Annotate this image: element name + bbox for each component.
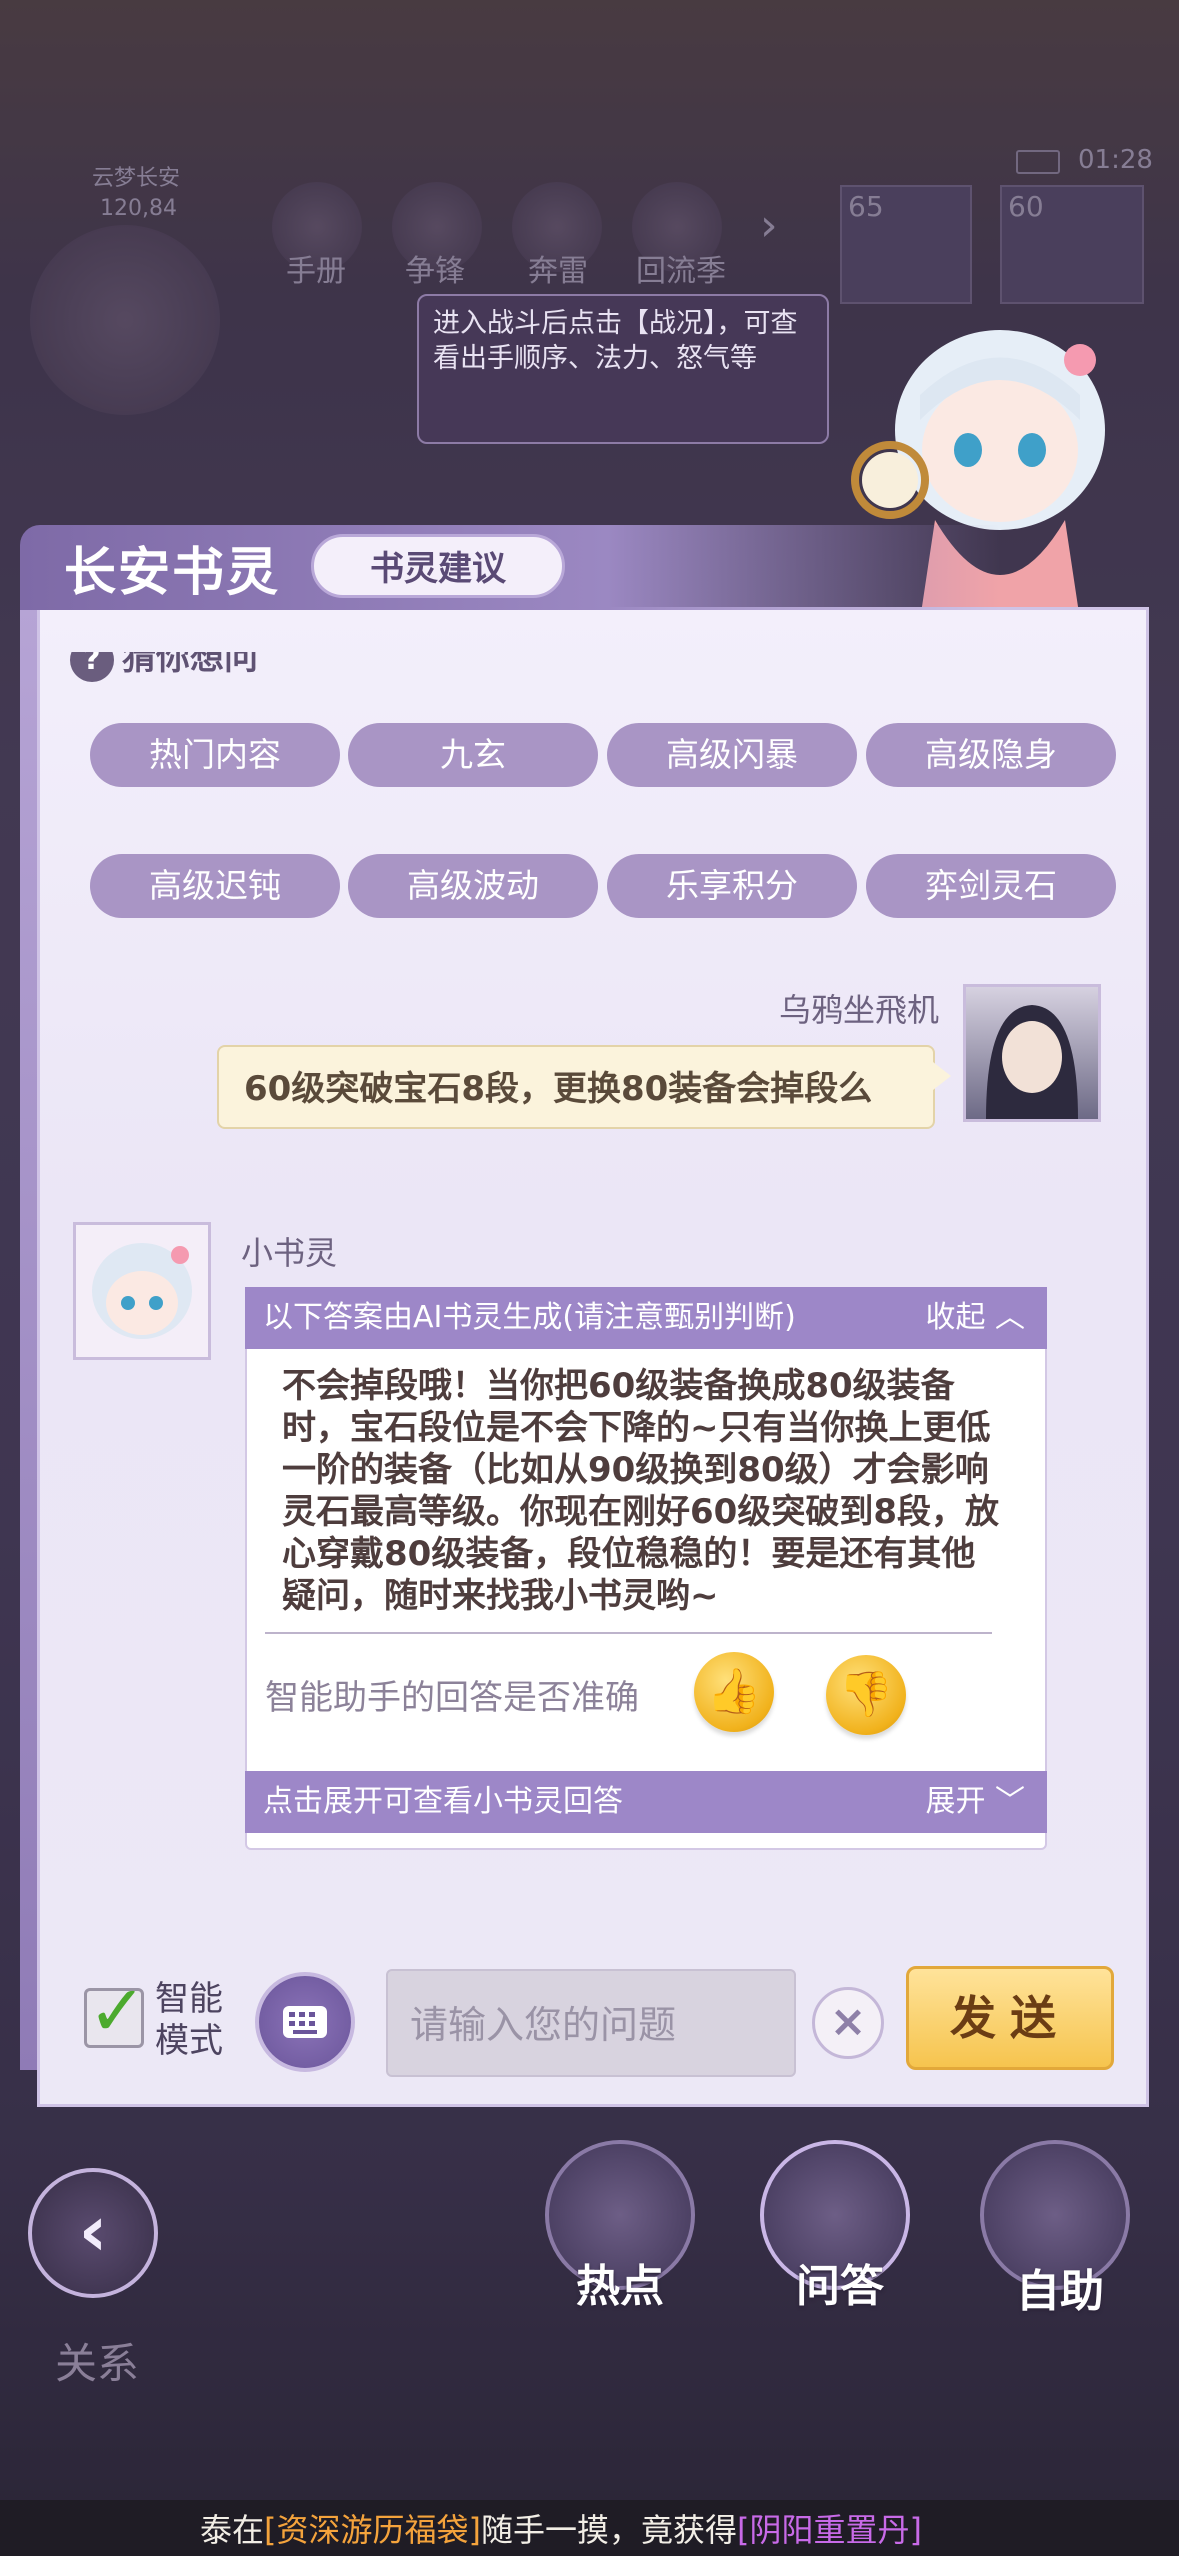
question-input[interactable]: 请输入您的问题 <box>386 1969 796 2077</box>
chip-sword-stone[interactable]: 弈剑灵石 <box>866 854 1116 918</box>
chip-advanced-stealth[interactable]: 高级隐身 <box>866 723 1116 787</box>
feedback-label: 智能助手的回答是否准确 <box>265 1678 639 1718</box>
broadcast-ticker: 泰在[资深游历福袋]随手一摸，竟获得[阴阳重置丹] <box>200 2505 922 2551</box>
user-name: 乌鸦坐飛机 <box>778 991 939 1029</box>
thumbs-down-icon[interactable]: 👎 <box>826 1655 906 1735</box>
chip-advanced-slow[interactable]: 高级迟钝 <box>90 854 340 918</box>
chip-jiuxuan[interactable]: 九玄 <box>348 723 598 787</box>
user-avatar[interactable] <box>963 984 1101 1122</box>
ticker-item: [资深游历福袋] <box>264 2511 481 2549</box>
chip-hot-content[interactable]: 热门内容 <box>90 723 340 787</box>
bot-name: 小书灵 <box>241 1234 338 1272</box>
chip-advanced-crit[interactable]: 高级闪暴 <box>607 723 857 787</box>
keyboard-icon[interactable] <box>255 1972 355 2072</box>
collapse-button[interactable]: 收起 ︿ <box>925 1287 1025 1349</box>
ai-disclaimer: 以下答案由AI书灵生成(请注意甄别判断) <box>263 1300 796 1335</box>
tab-suggestions[interactable]: 书灵建议 <box>311 534 565 598</box>
ticker-middle: 随手一摸，竟获得 <box>481 2511 738 2549</box>
ticker-item: [阴阳重置丹] <box>737 2511 922 2549</box>
tip-bubble: 进入战斗后点击【战况】，可查看出手顺序、法力、怒气等 <box>417 294 829 444</box>
ai-answer-header[interactable]: 以下答案由AI书灵生成(请注意甄别判断) 收起 ︿ <box>245 1287 1047 1349</box>
user-message-bubble: 60级突破宝石8段，更换80装备会掉段么 <box>217 1045 935 1129</box>
expand-bar[interactable]: 点击展开可查看小书灵回答 展开 ﹀ <box>245 1771 1047 1833</box>
nav-self-service[interactable]: 自助 <box>970 2255 1150 2319</box>
smart-mode-label: 智能模式 <box>155 1979 223 2061</box>
chevron-up-icon: ︿ <box>995 1300 1025 1335</box>
check-icon: ✓ <box>88 1970 147 2052</box>
bot-avatar[interactable] <box>73 1222 211 1360</box>
chevron-down-icon: ﹀ <box>995 1784 1025 1819</box>
expand-button[interactable]: 展开 ﹀ <box>925 1771 1025 1833</box>
clear-icon[interactable]: × <box>812 1987 884 2059</box>
divider <box>265 1632 992 1634</box>
ticker-prefix: 泰在 <box>200 2511 265 2549</box>
answer-text: 不会掉段哦！当你把60级装备换成80级装备时，宝石段位是不会下降的~只有当你换上… <box>282 1366 999 1616</box>
nav-qa[interactable]: 问答 <box>750 2250 930 2314</box>
bubble-tail <box>933 1062 951 1090</box>
send-button[interactable]: 发送 <box>906 1966 1114 2070</box>
thumbs-up-icon[interactable]: 👍 <box>694 1652 774 1732</box>
expand-hint: 点击展开可查看小书灵回答 <box>263 1784 623 1819</box>
nav-hot[interactable]: 热点 <box>530 2250 710 2314</box>
collapse-label: 收起 <box>925 1300 986 1335</box>
panel-title: 长安书灵 <box>64 543 281 603</box>
chip-advanced-wave[interactable]: 高级波动 <box>348 854 598 918</box>
chip-points[interactable]: 乐享积分 <box>607 854 857 918</box>
expand-label: 展开 <box>925 1784 986 1819</box>
back-label: 关系 <box>55 2339 140 2388</box>
back-icon[interactable]: ‹ <box>28 2168 158 2298</box>
